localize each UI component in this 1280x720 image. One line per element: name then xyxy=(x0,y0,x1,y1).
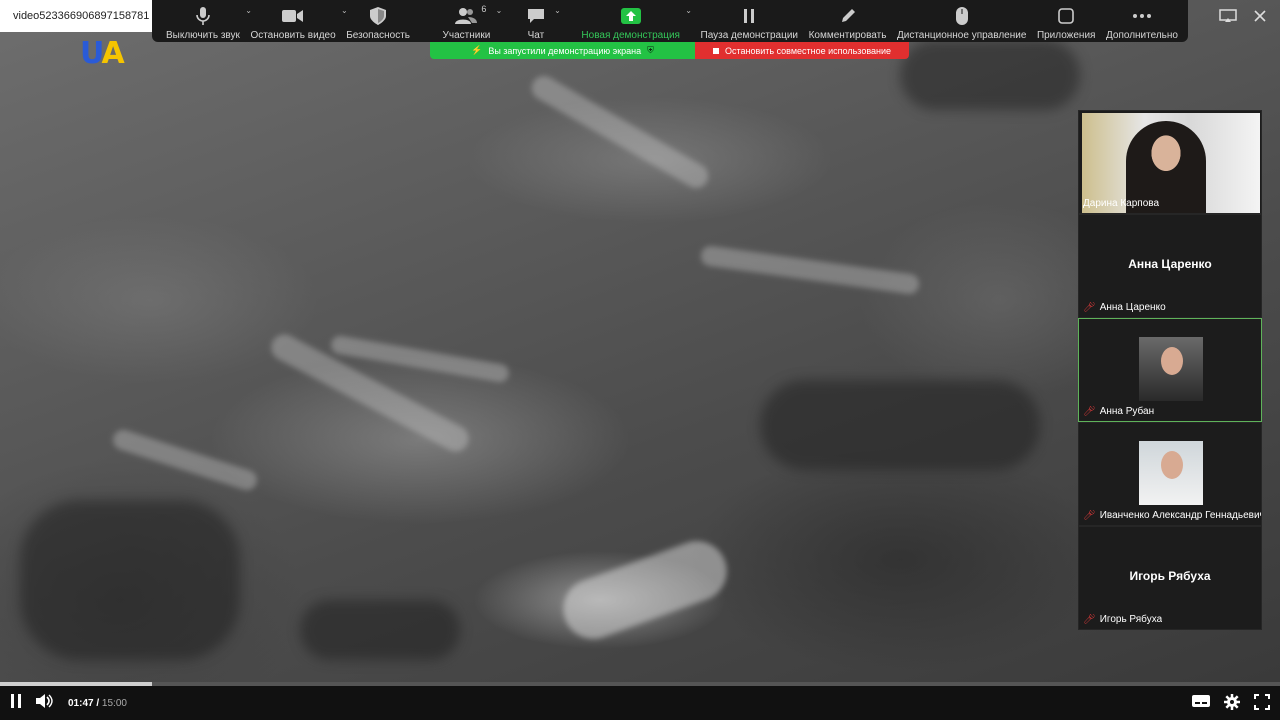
window-controls xyxy=(1218,6,1270,26)
chevron-down-icon[interactable]: ⌄ xyxy=(554,6,561,15)
participant-name: Анна Царенко xyxy=(1099,302,1166,313)
video-camera-icon xyxy=(280,6,306,26)
pause-icon[interactable] xyxy=(10,694,22,713)
security-button[interactable]: Безопасность xyxy=(346,0,410,42)
pause-icon xyxy=(736,6,762,26)
muted-mic-icon: 🎤︎ xyxy=(1083,510,1096,521)
apps-icon xyxy=(1053,6,1079,26)
participant-tile[interactable]: Игорь Рябуха 🎤︎ Игорь Рябуха xyxy=(1078,526,1262,630)
meeting-toolbar: ⌄ Выключить звук ⌄ Остановить видео Безо… xyxy=(152,0,1188,42)
chat-icon xyxy=(523,6,549,26)
profile-photo xyxy=(1139,337,1203,401)
participants-button[interactable]: 6 ⌄ Участники xyxy=(443,0,503,42)
time-display: 01:47 / 15:00 xyxy=(68,698,127,709)
channel-logo: UA xyxy=(80,36,125,71)
shield-icon xyxy=(365,6,391,26)
share-screen-icon xyxy=(618,6,644,26)
close-icon[interactable] xyxy=(1250,6,1270,26)
microphone-icon xyxy=(190,6,216,26)
muted-mic-icon: 🎤︎ xyxy=(1083,406,1096,417)
chevron-down-icon[interactable]: ⌄ xyxy=(496,6,503,15)
participant-display-name: Игорь Рябуха xyxy=(1129,569,1211,583)
current-time: 01:47 xyxy=(68,698,94,709)
muted-mic-icon: 🎤︎ xyxy=(1083,302,1096,313)
pencil-icon xyxy=(835,6,861,26)
settings-gear-icon[interactable] xyxy=(1224,694,1240,715)
stop-share-button[interactable]: Остановить совместное использование xyxy=(695,42,909,59)
participant-name: Дарина Карпова xyxy=(1083,198,1160,209)
participant-display-name: Анна Царенко xyxy=(1128,257,1212,271)
duration: 15:00 xyxy=(101,698,127,709)
stop-video-button[interactable]: ⌄ Остановить видео xyxy=(250,0,347,42)
pause-share-button[interactable]: Пауза демонстрации xyxy=(701,0,798,42)
player-controls: 01:47 / 15:00 xyxy=(0,686,1280,720)
mouse-icon xyxy=(949,6,975,26)
participant-tile[interactable]: Анна Царенко 🎤︎ Анна Царенко xyxy=(1078,214,1262,318)
more-icon xyxy=(1129,6,1155,26)
participant-panel: Дарина Карпова Анна Царенко 🎤︎ Анна Царе… xyxy=(1078,110,1262,630)
new-share-button[interactable]: ⌄ Новая демонстрация xyxy=(581,0,692,42)
muted-mic-icon: 🎤︎ xyxy=(1083,614,1096,625)
chevron-down-icon[interactable]: ⌄ xyxy=(685,6,692,15)
participant-tile[interactable]: Дарина Карпова xyxy=(1078,110,1262,214)
annotate-button[interactable]: Комментировать xyxy=(809,0,886,42)
volume-icon[interactable] xyxy=(36,694,54,713)
shield-check-icon: ⛨ xyxy=(647,45,654,55)
participant-name: Иванченко Александр Геннадьевич xyxy=(1099,510,1261,521)
window-title: video523366906897158781 xyxy=(0,0,152,32)
participant-name: Игорь Рябуха xyxy=(1099,614,1163,625)
chat-button[interactable]: ⌄ Чат xyxy=(523,0,561,42)
remote-control-button[interactable]: Дистанционное управление xyxy=(897,0,1026,42)
more-button[interactable]: Дополнительно xyxy=(1106,0,1178,42)
participant-tile-active[interactable]: 🎤︎ Анна Рубан xyxy=(1078,318,1262,422)
stop-square-icon xyxy=(712,47,719,54)
minimize-to-window-icon[interactable] xyxy=(1218,6,1238,26)
mute-button[interactable]: ⌄ Выключить звук xyxy=(166,0,252,42)
apps-button[interactable]: Приложения xyxy=(1037,0,1095,42)
profile-photo xyxy=(1139,441,1203,505)
subtitles-icon[interactable] xyxy=(1192,694,1210,715)
participant-name: Анна Рубан xyxy=(1099,406,1155,417)
participants-count: 6 xyxy=(481,4,487,14)
fullscreen-icon[interactable] xyxy=(1254,694,1270,715)
sharing-status-banner: ⚡ Вы запустили демонстрацию экрана ⛨ xyxy=(430,42,695,59)
participants-icon xyxy=(453,6,479,26)
lightning-icon: ⚡ xyxy=(471,45,483,55)
participant-tile[interactable]: 🎤︎ Иванченко Александр Геннадьевич xyxy=(1078,422,1262,526)
